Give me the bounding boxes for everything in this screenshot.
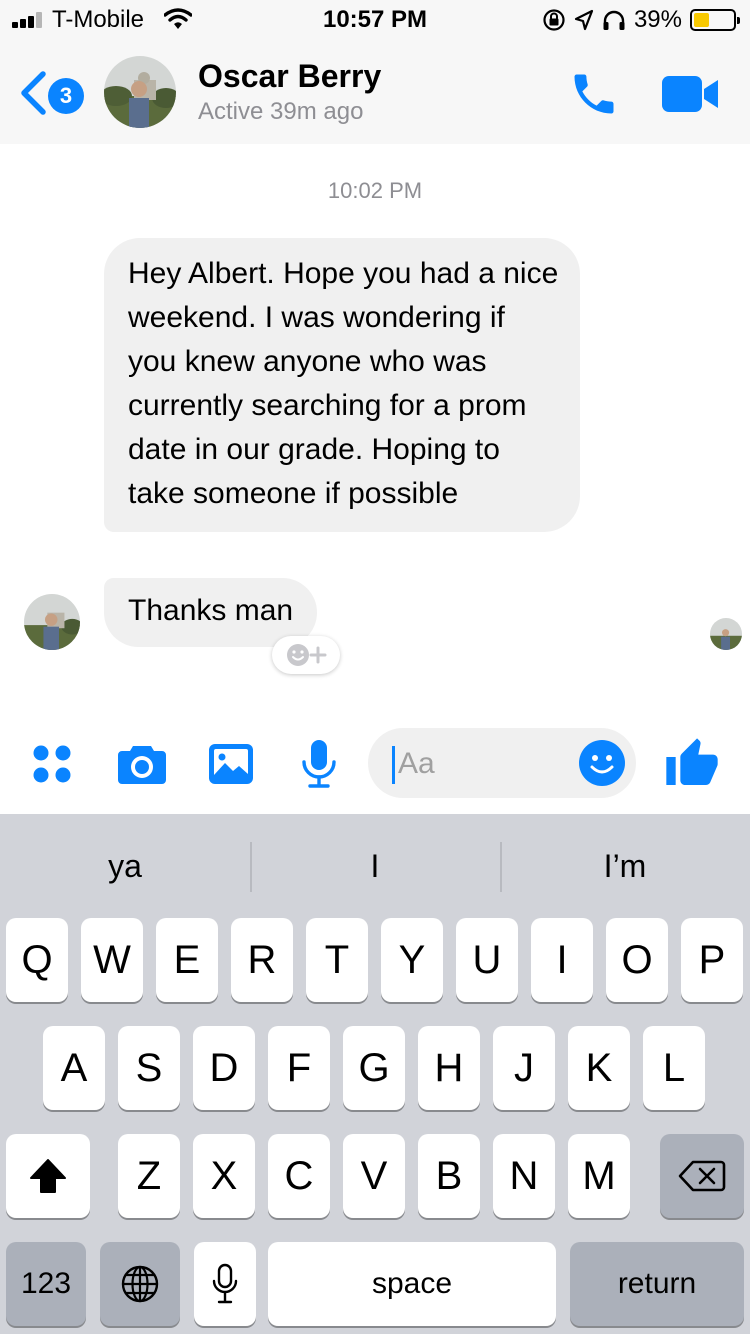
key[interactable]: S — [118, 1026, 180, 1110]
suggestion-item[interactable]: I’m — [500, 814, 750, 918]
video-call-button[interactable] — [660, 72, 720, 116]
microphone-icon — [212, 1263, 238, 1304]
like-button[interactable] — [662, 736, 722, 792]
key[interactable]: I — [531, 918, 593, 1002]
delete-key[interactable] — [660, 1134, 744, 1218]
message-input-placeholder: Aa — [398, 747, 435, 780]
numbers-key[interactable]: 123 — [6, 1242, 86, 1326]
globe-icon — [121, 1265, 159, 1303]
voice-call-button[interactable] — [568, 68, 620, 120]
key[interactable]: T — [306, 918, 368, 1002]
key[interactable]: X — [193, 1134, 255, 1218]
text-cursor — [392, 746, 395, 784]
key[interactable]: P — [681, 918, 743, 1002]
key[interactable]: D — [193, 1026, 255, 1110]
back-chevron-icon — [21, 71, 46, 115]
key[interactable]: V — [343, 1134, 405, 1218]
key[interactable]: Q — [6, 918, 68, 1002]
space-key[interactable]: space — [268, 1242, 556, 1326]
photo-gallery-button[interactable] — [204, 736, 258, 792]
rotation-lock-icon — [543, 9, 565, 31]
battery-icon — [690, 9, 740, 31]
suggestion-item[interactable]: I — [250, 814, 500, 918]
key[interactable]: W — [81, 918, 143, 1002]
location-arrow-icon — [574, 9, 594, 31]
key[interactable]: R — [231, 918, 293, 1002]
photo-icon — [209, 744, 253, 784]
key[interactable]: M — [568, 1134, 630, 1218]
battery-percent: 39% — [633, 6, 682, 33]
key[interactable]: C — [268, 1134, 330, 1218]
key[interactable]: L — [643, 1026, 705, 1110]
active-status: Active 39m ago — [198, 98, 364, 125]
shift-key[interactable] — [6, 1134, 90, 1218]
key[interactable]: Z — [118, 1134, 180, 1218]
conversation-header: 3 Oscar Berry Active 39m ago — [0, 40, 750, 144]
add-reaction-icon — [287, 644, 327, 666]
key[interactable]: F — [268, 1026, 330, 1110]
emoji-icon — [579, 740, 625, 786]
emoji-button[interactable] — [578, 739, 626, 787]
message-composer: Aa — [0, 720, 750, 814]
key[interactable]: N — [493, 1134, 555, 1218]
key[interactable]: E — [156, 918, 218, 1002]
key[interactable]: B — [418, 1134, 480, 1218]
key[interactable]: Y — [381, 918, 443, 1002]
status-bar: T-Mobile 10:57 PM 39% — [0, 0, 750, 40]
avatar[interactable] — [104, 56, 176, 128]
phone-icon — [574, 74, 614, 114]
camera-icon — [118, 746, 166, 784]
more-apps-button[interactable] — [24, 736, 80, 792]
read-receipt-avatar — [710, 618, 742, 650]
avatar[interactable] — [24, 594, 80, 650]
contact-name: Oscar Berry — [198, 58, 382, 94]
globe-key[interactable] — [100, 1242, 180, 1326]
suggestion-item[interactable]: ya — [0, 814, 250, 918]
return-key[interactable]: return — [570, 1242, 744, 1326]
key[interactable]: K — [568, 1026, 630, 1110]
key[interactable]: U — [456, 918, 518, 1002]
dictation-key[interactable] — [194, 1242, 256, 1326]
key[interactable]: A — [43, 1026, 105, 1110]
video-camera-icon — [662, 76, 718, 112]
key[interactable]: O — [606, 918, 668, 1002]
voice-message-button[interactable] — [294, 736, 344, 792]
thumbs-up-icon — [666, 738, 718, 785]
key[interactable]: H — [418, 1026, 480, 1110]
message-timestamp: 10:02 PM — [327, 178, 423, 203]
camera-button[interactable] — [114, 736, 170, 792]
microphone-icon — [302, 740, 336, 788]
keyboard: ya I I’m Q W E R T Y U I O P A S D F G H… — [0, 814, 750, 1334]
headphones-icon — [603, 10, 625, 30]
predictive-text-bar: ya I I’m — [0, 814, 750, 918]
add-reaction-button[interactable] — [272, 636, 340, 674]
key[interactable]: J — [493, 1026, 555, 1110]
key[interactable]: G — [343, 1026, 405, 1110]
shift-arrow-icon — [30, 1159, 66, 1193]
unread-count-badge: 3 — [48, 78, 84, 114]
incoming-message-bubble[interactable]: Hey Albert. Hope you had a nice weekend.… — [104, 238, 580, 532]
backspace-icon — [678, 1160, 726, 1192]
apps-grid-icon — [33, 745, 71, 783]
message-input[interactable]: Aa — [368, 728, 636, 798]
